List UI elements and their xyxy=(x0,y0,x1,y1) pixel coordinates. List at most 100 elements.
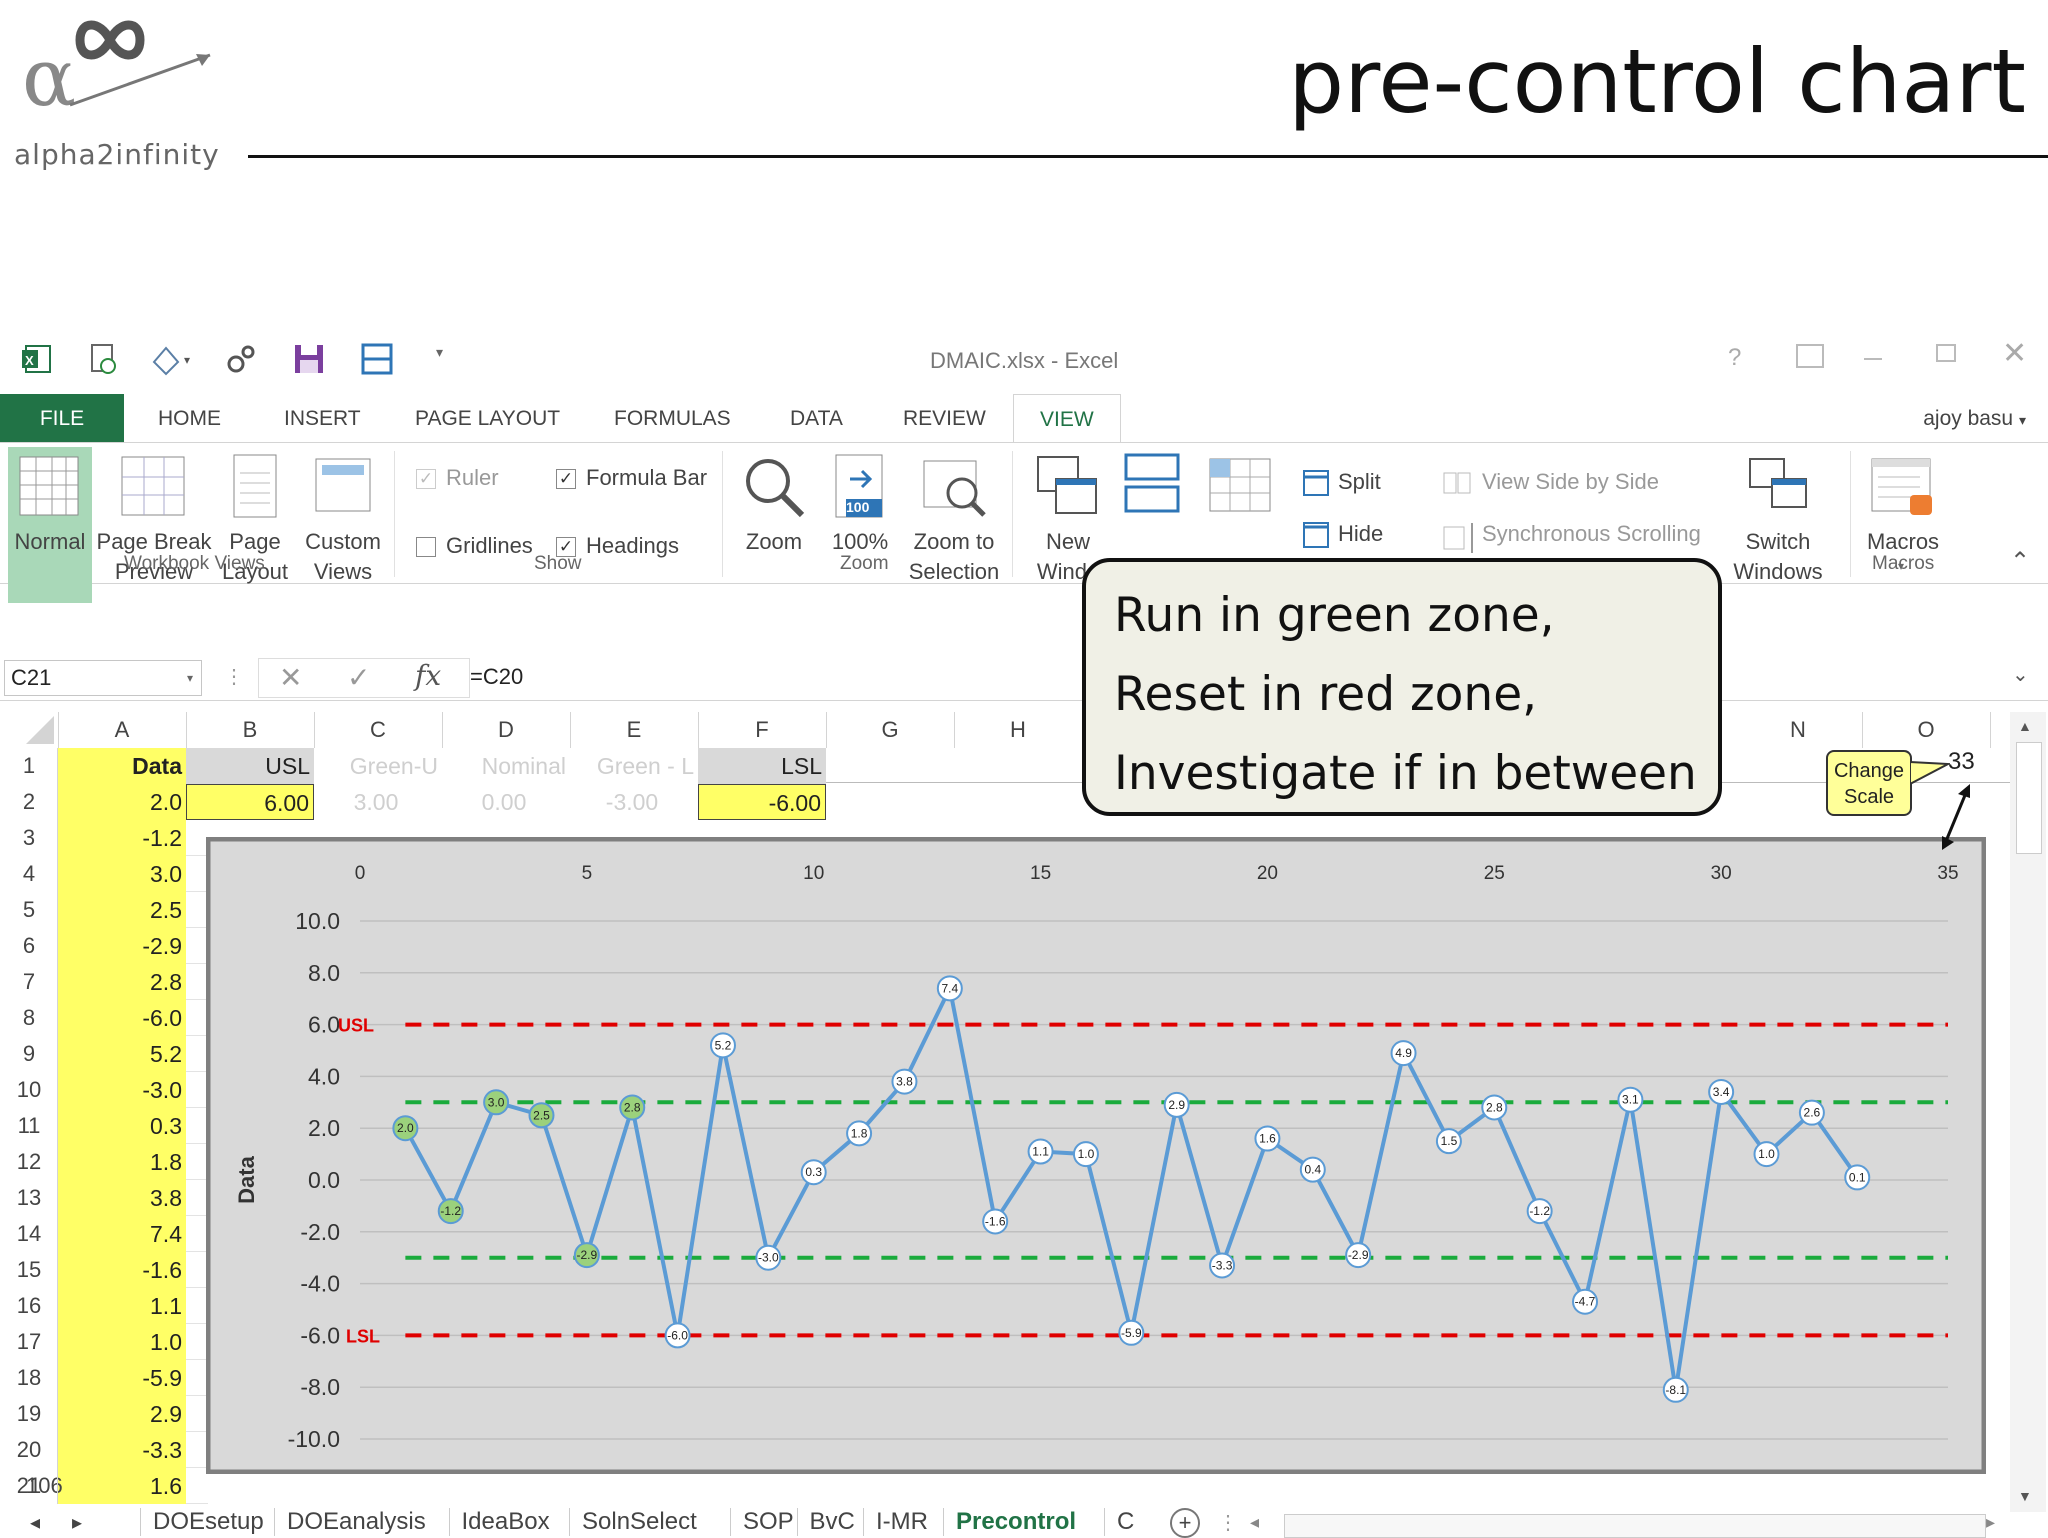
cell-e1[interactable]: Green - L xyxy=(570,748,698,784)
cell-a5[interactable]: 2.5 xyxy=(58,892,186,928)
row-header-11[interactable]: 11 xyxy=(0,1108,58,1144)
scroll-left-icon[interactable]: ◂ xyxy=(1250,1512,1259,1533)
column-header-f[interactable]: F xyxy=(698,712,827,748)
row-header-9[interactable]: 9 xyxy=(0,1036,58,1072)
row-header-10[interactable]: 10 xyxy=(0,1072,58,1108)
cell-a17[interactable]: 1.0 xyxy=(58,1324,186,1360)
cell-a10[interactable]: -3.0 xyxy=(58,1072,186,1108)
scroll-up-icon[interactable]: ▲ xyxy=(2018,718,2032,734)
zoom-to-selection-button[interactable]: Zoom to Selection xyxy=(904,447,1004,584)
row-header-5[interactable]: 5 xyxy=(0,892,58,928)
row-header-17[interactable]: 17 xyxy=(0,1324,58,1360)
cell-a8[interactable]: -6.0 xyxy=(58,1000,186,1036)
cell-a18[interactable]: -5.9 xyxy=(58,1360,186,1396)
enter-check-icon[interactable]: ✓ xyxy=(347,661,370,694)
save-icon[interactable] xyxy=(292,342,326,376)
row-header-12[interactable]: 12 xyxy=(0,1144,58,1180)
restore-icon[interactable] xyxy=(1936,344,1956,362)
customize-qat-icon[interactable]: ▾ xyxy=(436,344,443,361)
cancel-icon[interactable]: ✕ xyxy=(279,661,302,694)
sheet-tab-bvc[interactable]: BvC xyxy=(796,1508,867,1536)
settings-gears-icon[interactable] xyxy=(224,342,258,376)
page-layout-view-button[interactable]: Page Layout xyxy=(218,447,292,603)
sheet-tab-sop[interactable]: SOP xyxy=(730,1508,806,1536)
cell-f1[interactable]: LSL xyxy=(698,748,826,784)
cell-a11[interactable]: 0.3 xyxy=(58,1108,186,1144)
column-header-n[interactable]: N xyxy=(1734,712,1863,748)
cell-a6[interactable]: -2.9 xyxy=(58,928,186,964)
next-sheet-icon[interactable]: ▸ xyxy=(72,1510,82,1535)
cell-b1[interactable]: USL xyxy=(186,748,314,784)
user-account[interactable]: ajoy basu ▾ xyxy=(1923,394,2026,442)
tab-data[interactable]: DATA xyxy=(790,394,843,442)
scroll-down-icon[interactable]: ▼ xyxy=(2018,1488,2032,1504)
row-header-18[interactable]: 18 xyxy=(0,1360,58,1396)
tab-review[interactable]: REVIEW xyxy=(903,394,986,442)
row-header-2[interactable]: 2 xyxy=(0,784,58,820)
tab-insert[interactable]: INSERT xyxy=(284,394,361,442)
cell-o1-value[interactable]: 33 xyxy=(1948,748,1975,776)
cell-c2[interactable]: 3.00 xyxy=(314,784,442,820)
cell-a20[interactable]: -3.3 xyxy=(58,1432,186,1468)
row-header-19[interactable]: 19 xyxy=(0,1396,58,1432)
column-header-o[interactable]: O xyxy=(1862,712,1991,748)
sheet-tab-doeanalysis[interactable]: DOEanalysis xyxy=(274,1508,438,1536)
close-icon[interactable]: ✕ xyxy=(2002,336,2027,371)
cell-a12[interactable]: 1.8 xyxy=(58,1144,186,1180)
column-header-a[interactable]: A xyxy=(58,712,187,748)
row-header-6[interactable]: 6 xyxy=(0,928,58,964)
custom-views-button[interactable]: Custom Views xyxy=(298,447,388,603)
tab-file[interactable]: FILE xyxy=(0,394,124,442)
cell-c1[interactable]: Green-U xyxy=(314,748,442,784)
name-box[interactable]: C21 ▾ xyxy=(4,660,202,696)
freeze-panes-grid-icon[interactable] xyxy=(1208,457,1272,518)
ribbon-display-icon[interactable] xyxy=(1796,344,1824,368)
cell-a14[interactable]: 7.4 xyxy=(58,1216,186,1252)
cell-a9[interactable]: 5.2 xyxy=(58,1036,186,1072)
normal-view-button[interactable]: Normal xyxy=(8,447,92,603)
page-break-preview-button[interactable]: Page Break Preview xyxy=(96,447,212,603)
sheet-tab-solnselect[interactable]: SolnSelect xyxy=(569,1508,709,1536)
collapse-ribbon-icon[interactable]: ⌃ xyxy=(2010,547,2030,576)
tab-page-layout[interactable]: PAGE LAYOUT xyxy=(415,394,560,442)
sheet-tab-c[interactable]: C xyxy=(1104,1508,1146,1536)
cell-a19[interactable]: 2.9 xyxy=(58,1396,186,1432)
cell-d1[interactable]: Nominal xyxy=(442,748,570,784)
row-header-13[interactable]: 13 xyxy=(0,1180,58,1216)
select-all-corner[interactable] xyxy=(0,712,59,748)
row-header-8[interactable]: 8 xyxy=(0,1000,58,1036)
row-header-7[interactable]: 7 xyxy=(0,964,58,1000)
tab-formulas[interactable]: FORMULAS xyxy=(614,394,731,442)
scrollbar-thumb[interactable] xyxy=(2016,742,2042,854)
row-header-20[interactable]: 20 xyxy=(0,1432,58,1468)
cell-a2[interactable]: 2.0 xyxy=(58,784,186,820)
cell-a7[interactable]: 2.8 xyxy=(58,964,186,1000)
refresh-file-icon[interactable] xyxy=(86,342,120,376)
cell-f2[interactable]: -6.00 xyxy=(698,784,826,820)
row-header-1[interactable]: 1 xyxy=(0,748,58,784)
insert-function-icon[interactable]: fx xyxy=(415,659,441,692)
row-header-3[interactable]: 3 xyxy=(0,820,58,856)
row-header-16[interactable]: 16 xyxy=(0,1288,58,1324)
row-header-14[interactable]: 14 xyxy=(0,1216,58,1252)
arrange-all-icon[interactable] xyxy=(1124,453,1180,518)
cell-a21[interactable]: 1.6 xyxy=(58,1468,186,1504)
column-header-b[interactable]: B xyxy=(186,712,315,748)
column-header-h[interactable]: H xyxy=(954,712,1083,748)
zoom-button[interactable]: Zoom xyxy=(732,447,816,577)
column-header-c[interactable]: C xyxy=(314,712,443,748)
cell-a16[interactable]: 1.1 xyxy=(58,1288,186,1324)
minimize-icon[interactable] xyxy=(1864,358,1882,360)
switch-windows-button[interactable]: Switch Windows xyxy=(1728,447,1828,584)
cell-d2[interactable]: 0.00 xyxy=(442,784,570,820)
freeze-panes-icon[interactable] xyxy=(360,342,394,376)
scroll-right-icon[interactable]: ▸ xyxy=(1986,1512,1995,1533)
column-header-g[interactable]: G xyxy=(826,712,955,748)
precontrol-chart[interactable]: 10.0 8.0 6.0 4.0 2.0 0.0 -2.0 -4.0 -6.0 -8.0 -10.0… xyxy=(206,837,1986,1474)
cell-a15[interactable]: -1.6 xyxy=(58,1252,186,1288)
row-header-15[interactable]: 15 xyxy=(0,1252,58,1288)
column-header-d[interactable]: D xyxy=(442,712,571,748)
cell-a1[interactable]: Data xyxy=(58,748,186,784)
sheet-tab-doesetup[interactable]: DOEsetup xyxy=(140,1508,276,1536)
cell-a4[interactable]: 3.0 xyxy=(58,856,186,892)
